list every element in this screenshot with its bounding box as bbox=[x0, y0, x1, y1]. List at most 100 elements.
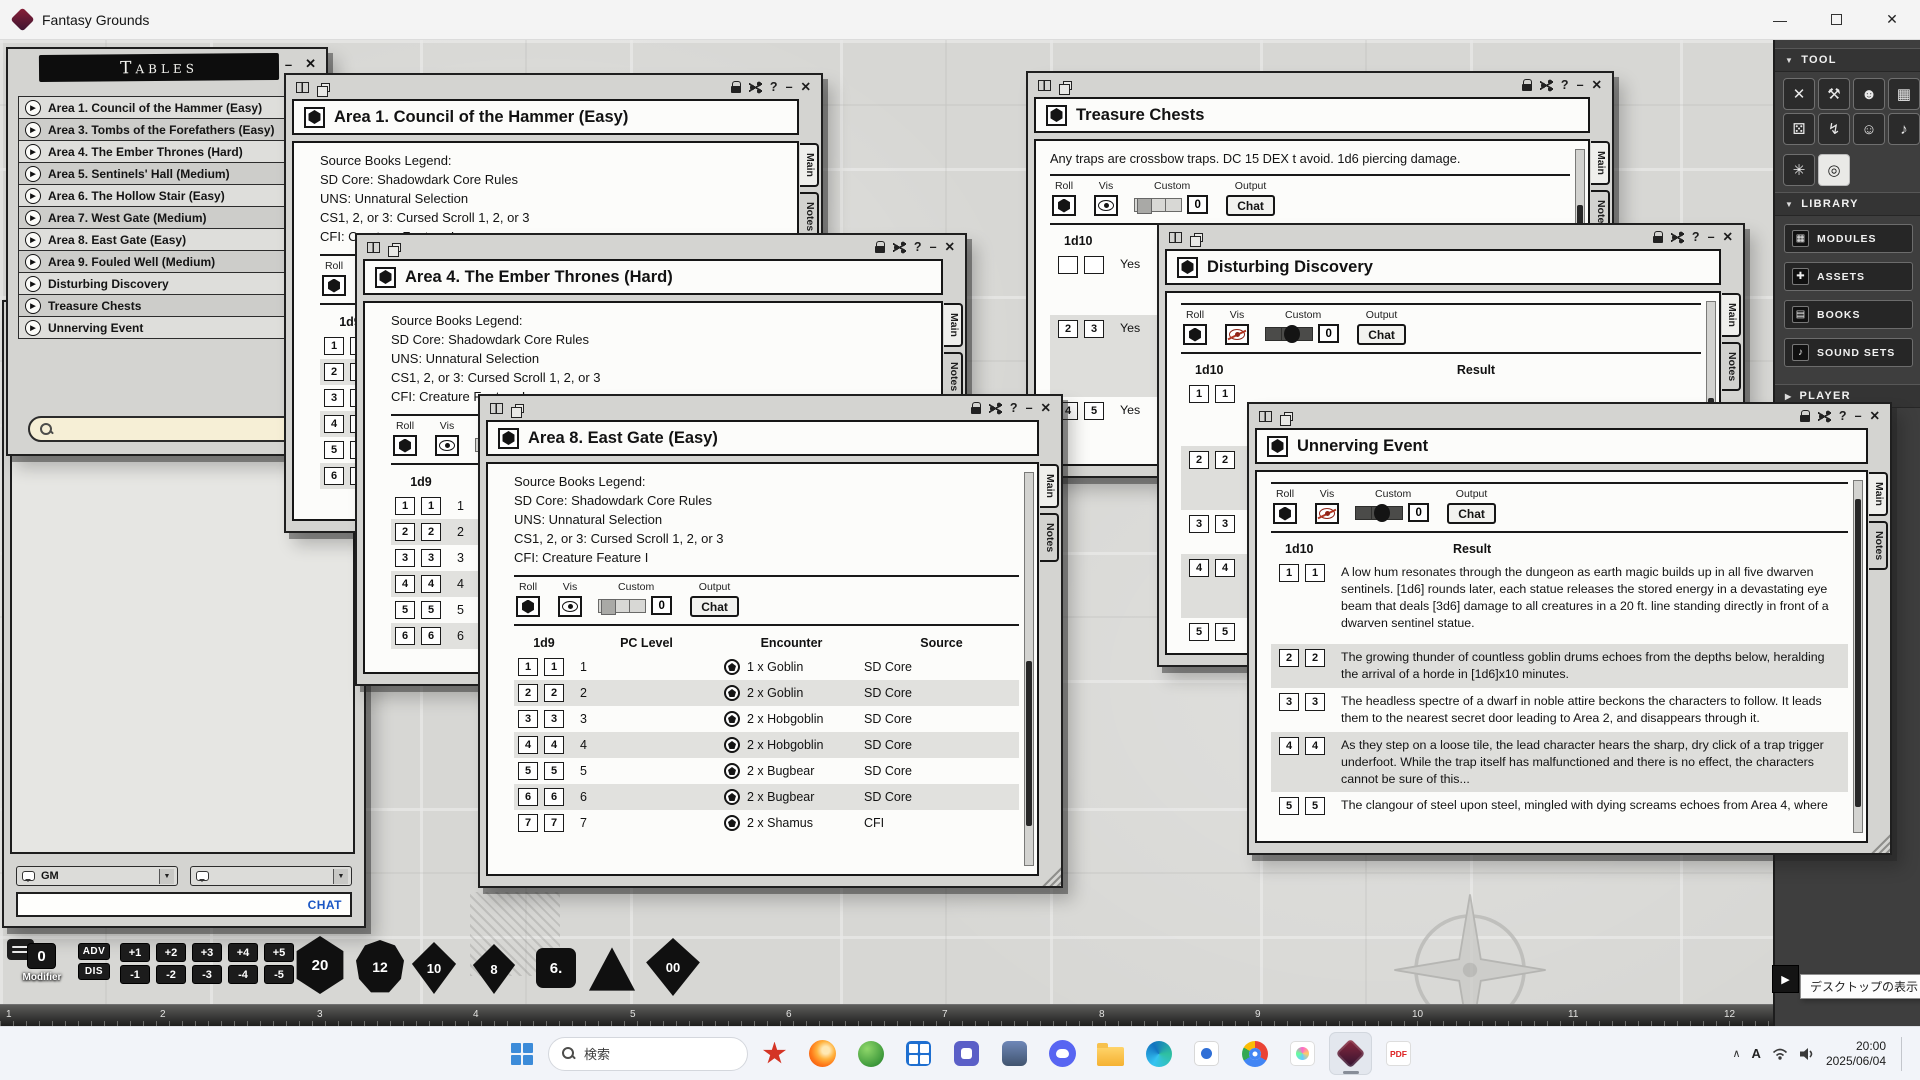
visibility-toggle[interactable] bbox=[558, 596, 582, 617]
sidebar-item-modules[interactable]: ▦ MODULES bbox=[1784, 224, 1913, 253]
window-maximize-button[interactable] bbox=[1808, 0, 1864, 39]
die-to-box[interactable]: 5 bbox=[1215, 623, 1235, 641]
die-to-box[interactable]: 4 bbox=[421, 575, 441, 593]
window-title[interactable]: Area 8. East Gate (Easy) bbox=[486, 420, 1039, 456]
close-icon[interactable]: ✕ bbox=[1592, 79, 1602, 92]
copy-window-icon[interactable] bbox=[1284, 412, 1293, 421]
encounter-dice-link-icon[interactable] bbox=[724, 763, 740, 779]
die-from-box[interactable]: 4 bbox=[395, 575, 415, 593]
tables-window[interactable]: Tables – ✕ ▶Area 1. Council of the Hamme… bbox=[6, 47, 328, 456]
die-to-box[interactable]: 4 bbox=[544, 736, 564, 754]
help-icon[interactable]: ? bbox=[1561, 79, 1569, 92]
modifier-minus5-button[interactable]: -5 bbox=[264, 965, 294, 984]
custom-slider[interactable] bbox=[600, 599, 646, 613]
chat-input[interactable] bbox=[26, 898, 308, 912]
die-to-box[interactable]: 6 bbox=[544, 788, 564, 806]
minimize-icon[interactable]: – bbox=[930, 241, 937, 254]
open-arrow-icon[interactable]: ▶ bbox=[25, 320, 41, 336]
library-section-header[interactable]: ▼ LIBRARY bbox=[1775, 192, 1920, 216]
scrollbar[interactable] bbox=[1853, 480, 1863, 833]
modifier-minus1-button[interactable]: -1 bbox=[120, 965, 150, 984]
die-from-box[interactable]: 6 bbox=[324, 467, 344, 485]
open-arrow-icon[interactable]: ▶ bbox=[25, 210, 41, 226]
modifier-plus3-button[interactable]: +3 bbox=[192, 943, 222, 962]
copy-window-icon[interactable] bbox=[515, 404, 524, 413]
taskbar-icon-white-app[interactable] bbox=[1185, 1032, 1228, 1075]
die-to-box[interactable]: 5 bbox=[544, 762, 564, 780]
die-from-box[interactable]: 3 bbox=[1279, 693, 1299, 711]
window-area8[interactable]: ? – ✕ Area 8. East Gate (Easy) Source Bo… bbox=[478, 394, 1063, 888]
list-item-area8[interactable]: ▶Area 8. East Gate (Easy) bbox=[18, 228, 314, 251]
encounter-name[interactable]: 2 x Shamus bbox=[747, 816, 813, 830]
volume-icon[interactable] bbox=[1799, 1047, 1815, 1061]
window-unnerving-event[interactable]: ? – ✕ Unnerving Event Roll Vis Custom0 O… bbox=[1247, 402, 1892, 855]
die-from-box[interactable] bbox=[1058, 256, 1078, 274]
die-to-box[interactable]: 6 bbox=[421, 627, 441, 645]
encounter-dice-link-icon[interactable] bbox=[724, 789, 740, 805]
minimize-icon[interactable]: – bbox=[1708, 231, 1715, 244]
open-arrow-icon[interactable]: ▶ bbox=[25, 232, 41, 248]
die-from-box[interactable]: 1 bbox=[324, 337, 344, 355]
resize-grip[interactable] bbox=[1870, 833, 1890, 853]
encounter-name[interactable]: 1 x Goblin bbox=[747, 660, 803, 674]
minimize-icon[interactable]: – bbox=[1855, 410, 1862, 423]
die-to-box[interactable]: 4 bbox=[1215, 559, 1235, 577]
die-to-box[interactable]: 4 bbox=[1305, 737, 1325, 755]
die-from-box[interactable]: 4 bbox=[518, 736, 538, 754]
die-to-box[interactable]: 3 bbox=[1305, 693, 1325, 711]
resize-grip[interactable] bbox=[1041, 866, 1061, 886]
custom-slider[interactable] bbox=[1136, 198, 1182, 212]
copy-window-icon[interactable] bbox=[1063, 81, 1072, 90]
lock-icon[interactable] bbox=[1522, 84, 1532, 91]
die-from-box[interactable]: 2 bbox=[395, 523, 415, 541]
list-item-disturbing[interactable]: ▶Disturbing Discovery bbox=[18, 272, 314, 295]
open-arrow-icon[interactable]: ▶ bbox=[25, 276, 41, 292]
tab-main[interactable]: Main bbox=[1591, 141, 1610, 185]
die-from-box[interactable]: 5 bbox=[395, 601, 415, 619]
close-icon[interactable]: ✕ bbox=[305, 56, 316, 72]
die-from-box[interactable]: 4 bbox=[324, 415, 344, 433]
roll-die-button[interactable] bbox=[322, 275, 346, 296]
die-to-box[interactable]: 2 bbox=[421, 523, 441, 541]
dice-tool-icon[interactable]: ⚄ bbox=[1783, 113, 1815, 145]
die-to-box[interactable]: 7 bbox=[544, 814, 564, 832]
chat-voice-dropdown[interactable]: ▼ bbox=[190, 866, 352, 886]
die-from-box[interactable]: 3 bbox=[324, 389, 344, 407]
list-item-area3[interactable]: ▶Area 3. Tombs of the Forefathers (Easy) bbox=[18, 118, 314, 141]
sidebar-item-assets[interactable]: ✚ ASSETS bbox=[1784, 262, 1913, 291]
die-to-box[interactable]: 1 bbox=[1305, 564, 1325, 582]
visibility-toggle[interactable] bbox=[1094, 195, 1118, 216]
close-icon[interactable]: ✕ bbox=[1723, 231, 1733, 244]
die-to-box[interactable]: 1 bbox=[544, 658, 564, 676]
targeting-icon[interactable]: ◎ bbox=[1818, 154, 1850, 186]
minimize-icon[interactable]: – bbox=[285, 57, 292, 72]
roll-die-button[interactable] bbox=[1273, 503, 1297, 524]
chat-entry[interactable]: CHAT bbox=[16, 892, 352, 917]
help-icon[interactable]: ? bbox=[770, 81, 778, 94]
close-icon[interactable]: ✕ bbox=[1041, 402, 1051, 415]
die-from-box[interactable]: 1 bbox=[518, 658, 538, 676]
taskbar-icon-blue-tiles-app[interactable] bbox=[897, 1032, 940, 1075]
tokens-tool-icon[interactable]: ▦ bbox=[1888, 78, 1920, 110]
help-icon[interactable]: ? bbox=[1010, 402, 1018, 415]
taskbar-icon-discord[interactable] bbox=[1041, 1032, 1084, 1075]
forge-tool-icon[interactable]: ⚒ bbox=[1818, 78, 1850, 110]
die-from-box[interactable]: 6 bbox=[518, 788, 538, 806]
taskbar-icon-fantasy-grounds[interactable] bbox=[1329, 1032, 1372, 1075]
encounter-name[interactable]: 2 x Bugbear bbox=[747, 764, 814, 778]
tab-notes[interactable]: Notes bbox=[1869, 521, 1888, 570]
output-chat-button[interactable]: Chat bbox=[1226, 195, 1275, 216]
list-item-area5[interactable]: ▶Area 5. Sentinels' Hall (Medium) bbox=[18, 162, 314, 185]
close-icon[interactable]: ✕ bbox=[801, 81, 811, 94]
layout-columns-icon[interactable] bbox=[1169, 232, 1182, 243]
encounter-dice-link-icon[interactable] bbox=[724, 659, 740, 675]
lock-icon[interactable] bbox=[1653, 236, 1663, 243]
scrollbar-handle[interactable] bbox=[1026, 661, 1032, 826]
roll-die-button[interactable] bbox=[393, 435, 417, 456]
roll-die-button[interactable] bbox=[1183, 324, 1207, 345]
taskbar-clock[interactable]: 20:00 2025/06/04 bbox=[1826, 1039, 1886, 1069]
die-from-box[interactable]: 7 bbox=[518, 814, 538, 832]
die-to-box[interactable]: 3 bbox=[1084, 320, 1104, 338]
combat-tool-icon[interactable]: ✕ bbox=[1783, 78, 1815, 110]
encounter-dice-link-icon[interactable] bbox=[724, 815, 740, 831]
